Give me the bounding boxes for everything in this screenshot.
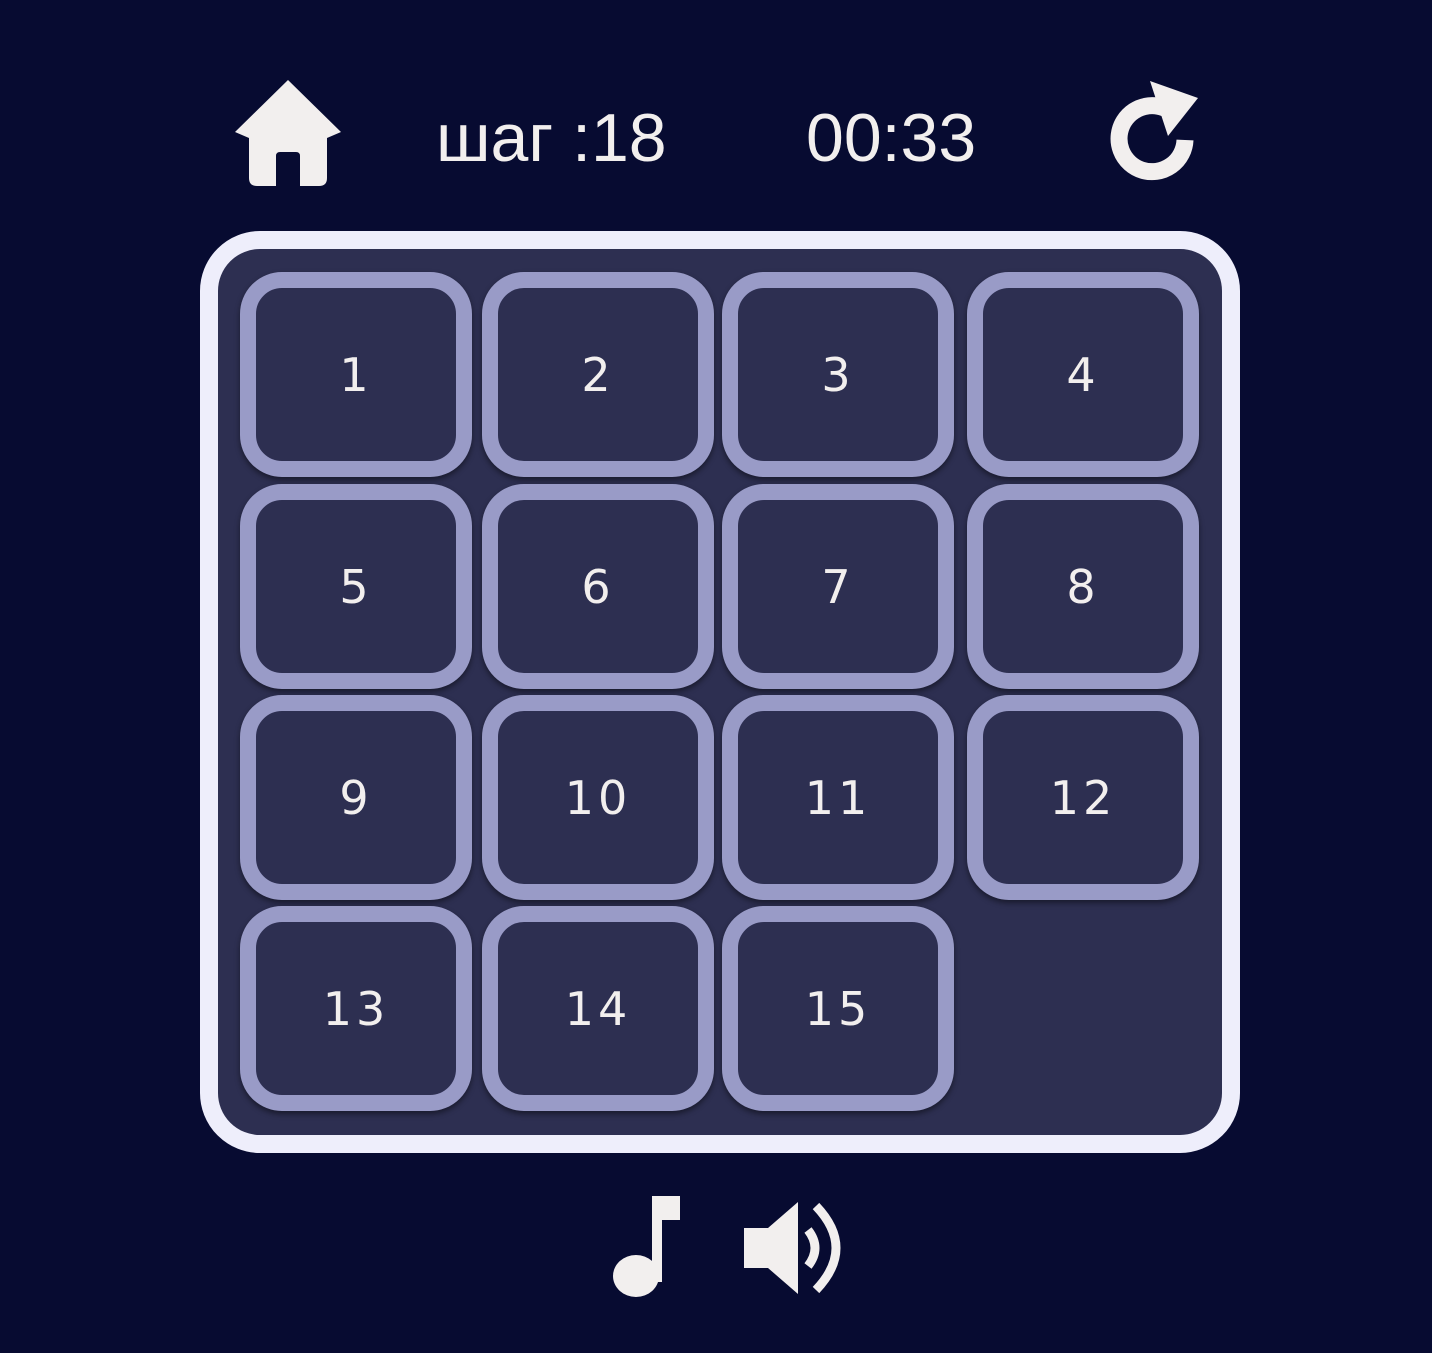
puzzle-tile[interactable]: 9 xyxy=(240,695,472,900)
puzzle-tile[interactable]: 8 xyxy=(967,484,1199,689)
puzzle-tile[interactable]: 7 xyxy=(722,484,954,689)
puzzle-tile[interactable]: 5 xyxy=(240,484,472,689)
home-icon[interactable] xyxy=(233,78,343,188)
move-counter: шаг :18 xyxy=(436,100,667,176)
puzzle-tile[interactable]: 1 xyxy=(240,272,472,477)
puzzle-tile[interactable]: 13 xyxy=(240,906,472,1111)
puzzle-tile[interactable]: 11 xyxy=(722,695,954,900)
speaker-icon[interactable] xyxy=(742,1198,848,1298)
timer: 00:33 xyxy=(806,100,977,176)
restart-icon[interactable] xyxy=(1102,78,1202,188)
puzzle-board: 1 2 3 4 5 6 7 8 9 10 11 12 13 14 15 xyxy=(200,231,1240,1153)
music-note-icon[interactable] xyxy=(606,1192,686,1298)
puzzle-tile[interactable]: 14 xyxy=(482,906,714,1111)
puzzle-tile[interactable]: 12 xyxy=(967,695,1199,900)
puzzle-tile[interactable]: 6 xyxy=(482,484,714,689)
puzzle-tile[interactable]: 4 xyxy=(967,272,1199,477)
puzzle-tile[interactable]: 10 xyxy=(482,695,714,900)
puzzle-tile[interactable]: 15 xyxy=(722,906,954,1111)
puzzle-tile[interactable]: 2 xyxy=(482,272,714,477)
puzzle-tile[interactable]: 3 xyxy=(722,272,954,477)
